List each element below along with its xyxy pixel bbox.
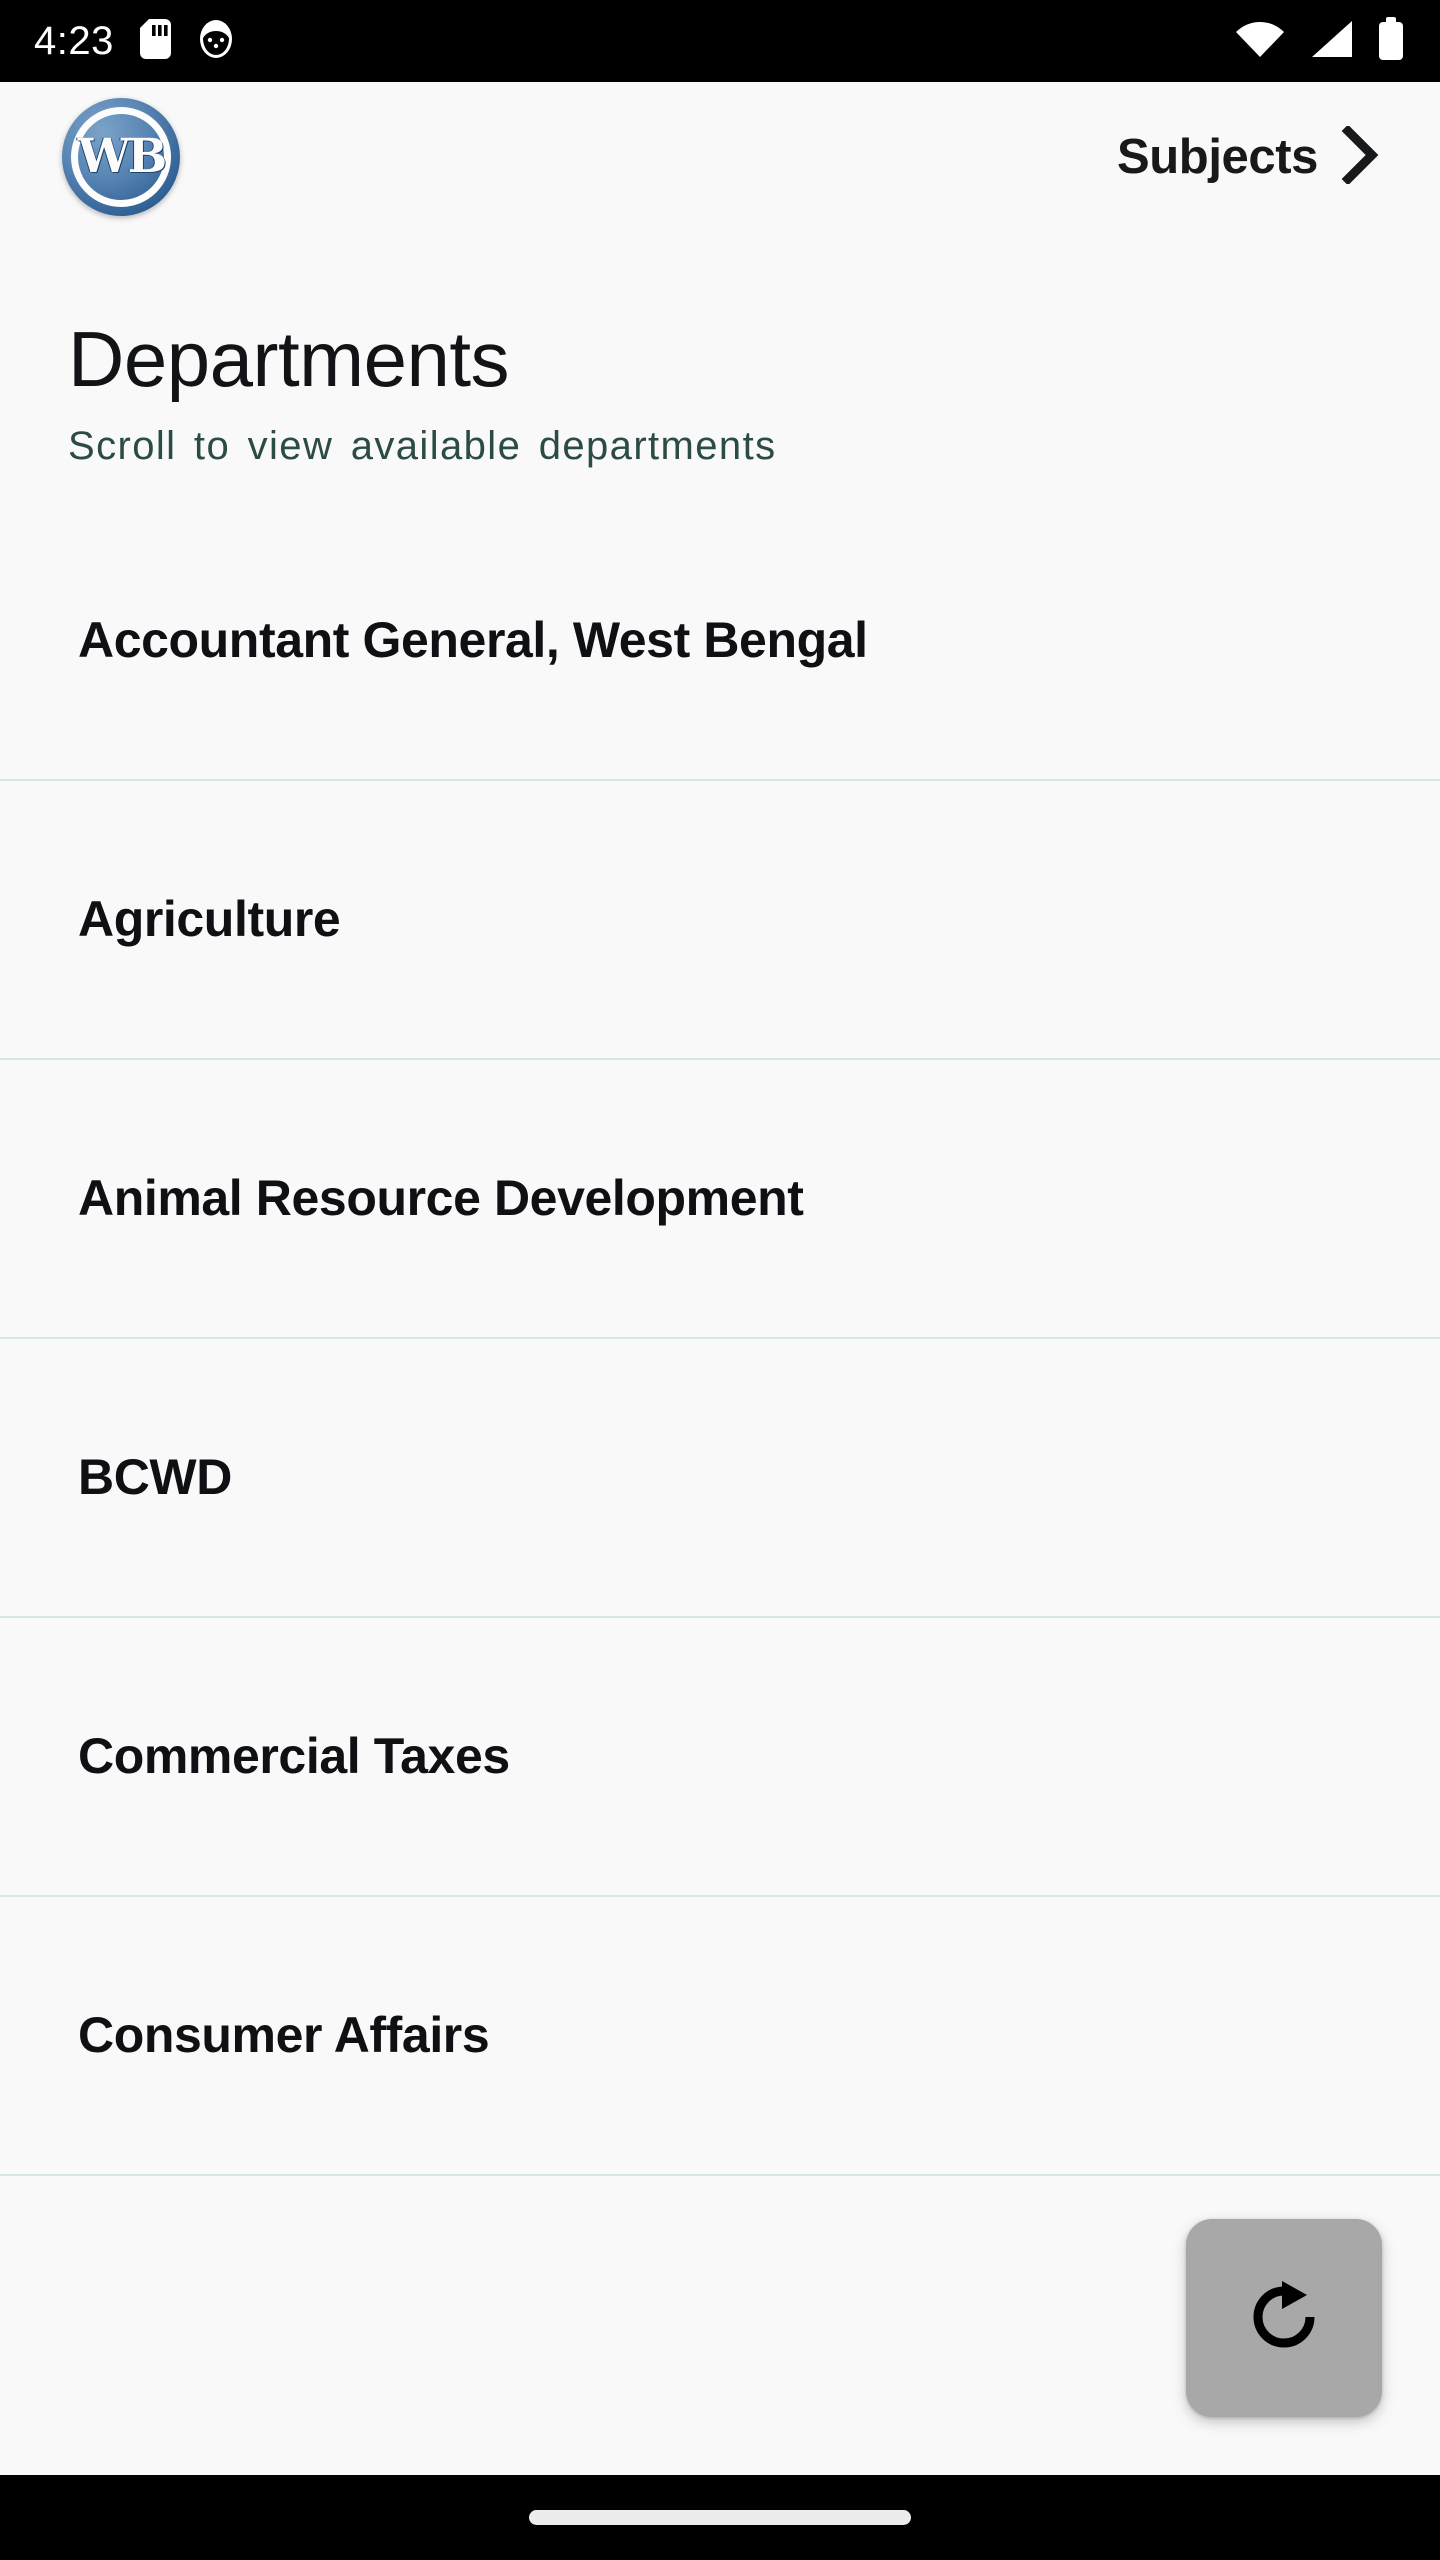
phone-screen: 4:23 WB Subjects Departments Scroll to v… xyxy=(0,0,1440,2560)
list-item[interactable]: Consumer Affairs xyxy=(0,1897,1440,2176)
app-header: WB Subjects xyxy=(0,82,1440,232)
department-name: Accountant General, West Bengal xyxy=(78,612,868,668)
status-bar: 4:23 xyxy=(0,0,1440,82)
department-name: BCWD xyxy=(78,1449,232,1505)
refresh-button[interactable] xyxy=(1186,2219,1382,2417)
cellular-signal-icon xyxy=(1308,19,1354,64)
departments-list[interactable]: Accountant General, West Bengal Agricult… xyxy=(0,502,1440,2475)
status-bar-right xyxy=(1234,17,1406,65)
list-item[interactable]: Accountant General, West Bengal xyxy=(0,502,1440,781)
chevron-right-icon xyxy=(1338,124,1384,189)
wifi-icon xyxy=(1234,19,1286,64)
page-subtitle: Scroll to view available departments xyxy=(68,424,777,468)
department-name: Commercial Taxes xyxy=(78,1728,510,1784)
department-name: Animal Resource Development xyxy=(78,1170,804,1226)
west-bengal-emblem-logo[interactable]: WB xyxy=(62,98,180,216)
logo-monogram: WB xyxy=(77,128,167,184)
refresh-icon xyxy=(1245,2278,1323,2359)
page-title: Departments xyxy=(68,315,510,403)
subjects-nav-button[interactable]: Subjects xyxy=(1116,124,1384,189)
department-name: Agriculture xyxy=(78,891,341,947)
battery-icon xyxy=(1376,17,1406,65)
list-item[interactable]: Agriculture xyxy=(0,781,1440,1060)
list-item[interactable]: Animal Resource Development xyxy=(0,1060,1440,1339)
list-item[interactable]: BCWD xyxy=(0,1339,1440,1618)
app-notification-icon xyxy=(197,19,235,64)
department-name: Consumer Affairs xyxy=(78,2007,490,2063)
list-item[interactable]: Commercial Taxes xyxy=(0,1618,1440,1897)
system-navigation-bar xyxy=(0,2475,1440,2560)
page-header: Departments Scroll to view available dep… xyxy=(0,232,1440,502)
home-gesture-pill[interactable] xyxy=(529,2510,911,2525)
status-clock: 4:23 xyxy=(34,19,114,63)
sd-card-icon xyxy=(139,18,171,64)
status-bar-left: 4:23 xyxy=(34,18,235,64)
subjects-label: Subjects xyxy=(1116,130,1318,184)
